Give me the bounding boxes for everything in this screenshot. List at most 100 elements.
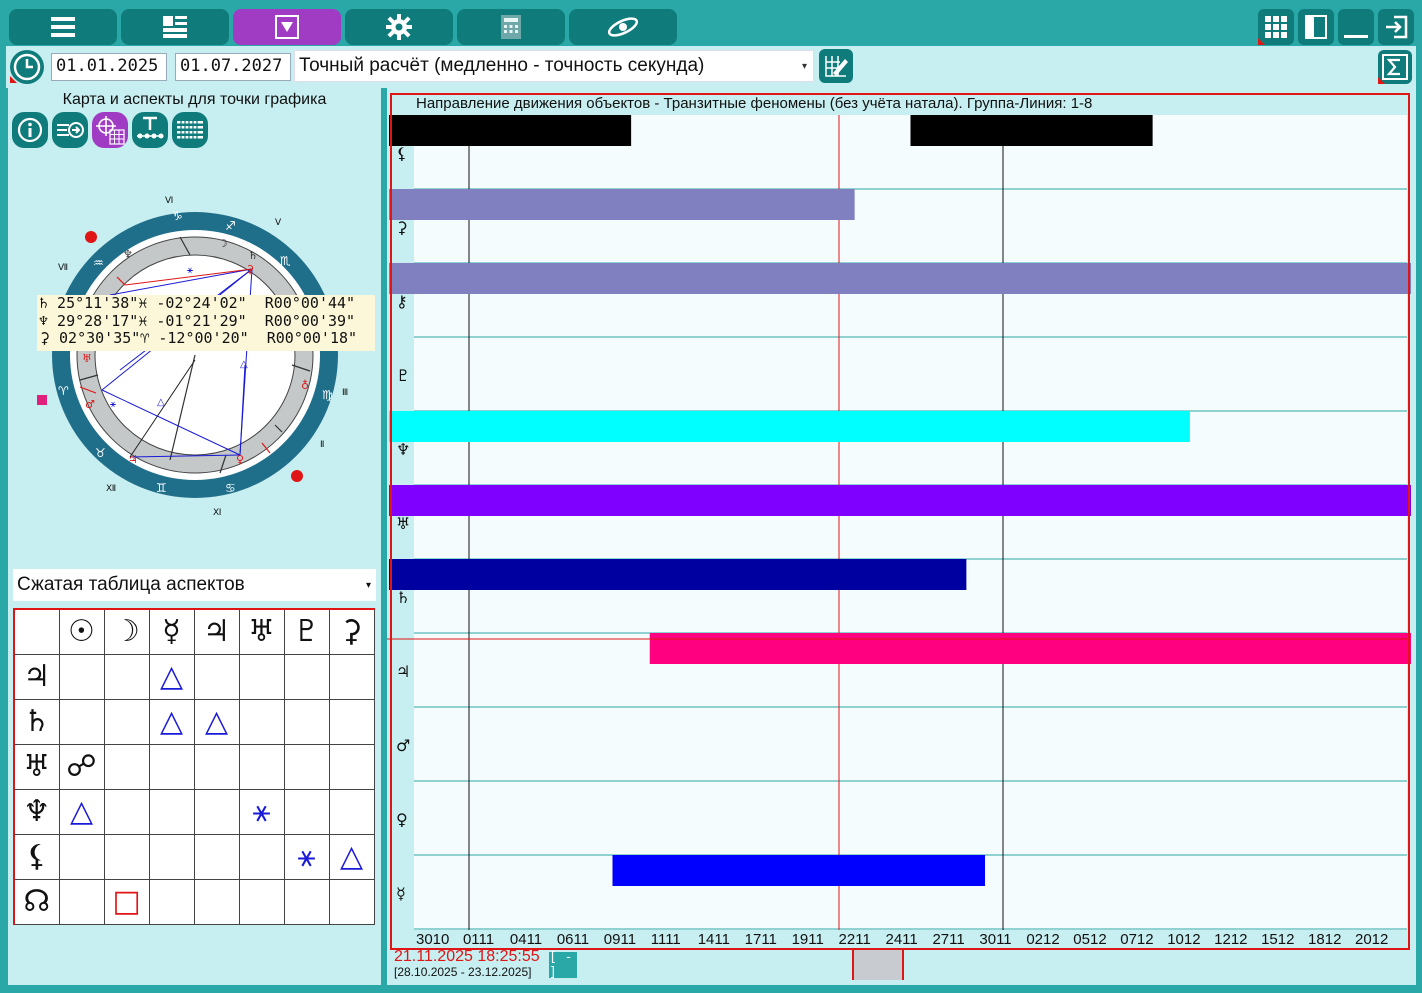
row-header: ♄ — [13, 698, 60, 745]
aspect-cell[interactable] — [193, 743, 240, 790]
planet-row: ♄ 25°11'38"♓ -02°24'02" R00°00'44" — [39, 294, 356, 312]
aspect-cell[interactable] — [238, 833, 285, 880]
dropdown-arrow-icon: ▾ — [365, 580, 371, 591]
aspect-cell[interactable] — [193, 788, 240, 835]
col-header: ☽ — [103, 608, 150, 655]
svg-text:♄: ♄ — [248, 249, 258, 262]
aspect-table: ☉ ☽ ☿ ♃ ♅ ♇ ⚳ ♃ △ ♄ △ △ ♅ ☍ ♆ △ ⚹ ⚸ ⚹ △ ☊ □ — [13, 608, 375, 925]
chart-target-button[interactable] — [92, 112, 128, 148]
text-mode-button[interactable] — [132, 112, 168, 148]
aspect-cell[interactable] — [328, 743, 375, 790]
svg-text:♉: ♉ — [95, 446, 106, 460]
aspect-cell[interactable] — [283, 878, 330, 925]
aspect-cell[interactable] — [148, 878, 195, 925]
collapse-button[interactable]: [ - ] — [549, 950, 577, 980]
aspect-cell[interactable] — [283, 698, 330, 745]
svg-text:♒: ♒ — [93, 256, 104, 270]
apply-button[interactable] — [819, 49, 853, 83]
timeline-scroll-thumb[interactable] — [852, 950, 904, 980]
aspect-cell[interactable]: △ — [148, 698, 195, 745]
aspect-cell[interactable]: ⚹ — [238, 788, 285, 835]
aspect-cell[interactable] — [328, 653, 375, 700]
aspect-cell[interactable] — [103, 833, 150, 880]
aspect-cell[interactable] — [103, 743, 150, 790]
aspect-cell[interactable] — [283, 788, 330, 835]
aspect-cell[interactable] — [58, 878, 105, 925]
list-mode-button[interactable] — [172, 112, 208, 148]
corner-mark — [1258, 38, 1265, 45]
aspect-cell[interactable]: △ — [148, 653, 195, 700]
info-icon — [17, 117, 43, 143]
aspect-cell[interactable] — [193, 653, 240, 700]
svg-text:♀: ♀ — [236, 453, 244, 466]
svg-text:♋: ♋ — [225, 481, 236, 495]
date-range: [28.10.2025 - 23.12.2025] — [394, 965, 532, 979]
panel-icon — [1305, 15, 1327, 39]
gear-icon — [386, 14, 412, 40]
aspect-cell[interactable]: ☍ — [58, 743, 105, 790]
minimize-button[interactable] — [1338, 9, 1374, 45]
end-date-field[interactable]: 01.07.2027 — [175, 53, 291, 81]
aspect-cell[interactable] — [58, 653, 105, 700]
chart-border — [390, 93, 1410, 950]
aspect-cell[interactable] — [283, 743, 330, 790]
aspect-cell[interactable] — [328, 788, 375, 835]
aspect-table-row: ♄ △ △ — [13, 698, 375, 745]
filter-icon — [275, 15, 299, 39]
dropdown-arrow-icon: ▾ — [801, 61, 807, 72]
calc-mode-select[interactable]: Точный расчёт (медленно - точность секун… — [294, 50, 814, 82]
aspect-cell[interactable] — [238, 653, 285, 700]
aspect-cell[interactable] — [58, 833, 105, 880]
transfer-icon — [57, 122, 84, 138]
aspect-cell[interactable] — [328, 878, 375, 925]
aspect-cell[interactable]: △ — [58, 788, 105, 835]
svg-text:♏: ♏ — [280, 254, 291, 268]
aspect-cell[interactable] — [58, 698, 105, 745]
svg-text:Ⅴ: Ⅴ — [275, 218, 282, 228]
aspect-cell[interactable] — [103, 653, 150, 700]
aspect-cell[interactable] — [148, 743, 195, 790]
menu-icon — [51, 17, 75, 37]
aspect-table-mode-value: Сжатая таблица аспектов — [17, 574, 245, 595]
aspect-cell[interactable]: △ — [193, 698, 240, 745]
aspect-cell[interactable] — [148, 788, 195, 835]
aspect-cell[interactable] — [238, 878, 285, 925]
svg-text:♊: ♊ — [156, 481, 167, 495]
svg-text:⚹: ⚹ — [187, 265, 193, 276]
svg-text:☽: ☽ — [218, 237, 228, 250]
svg-text:♁: ♁ — [301, 379, 309, 392]
corner-cell — [13, 608, 60, 655]
aspect-cell[interactable] — [148, 833, 195, 880]
layout-button[interactable] — [121, 9, 229, 45]
calculator-button[interactable] — [457, 9, 565, 45]
start-date-field[interactable]: 01.01.2025 — [51, 53, 167, 81]
aspect-table-mode-select[interactable]: Сжатая таблица аспектов ▾ — [13, 569, 376, 601]
exit-button[interactable] — [1378, 9, 1414, 45]
pencil-grid-icon — [825, 56, 848, 77]
aspect-cell[interactable]: □ — [103, 878, 150, 925]
aspect-table-row: ♅ ☍ — [13, 743, 375, 790]
transfer-button[interactable] — [52, 112, 88, 148]
aspect-cell[interactable] — [103, 788, 150, 835]
aspect-cell[interactable]: △ — [328, 833, 375, 880]
ephemeris-button[interactable] — [569, 9, 677, 45]
svg-text:△: △ — [240, 359, 248, 370]
filter-button[interactable] — [233, 9, 341, 45]
menu-button[interactable] — [9, 9, 117, 45]
aspect-cell[interactable]: ⚹ — [283, 833, 330, 880]
row-header: ♃ — [13, 653, 60, 700]
aspect-cell[interactable] — [238, 698, 285, 745]
aspect-cell[interactable] — [193, 833, 240, 880]
aspect-cell[interactable] — [328, 698, 375, 745]
svg-text:♐: ♐ — [225, 219, 236, 233]
aspect-cell[interactable] — [238, 743, 285, 790]
panel-toggle-button[interactable] — [1298, 9, 1334, 45]
aspect-cell[interactable] — [283, 653, 330, 700]
settings-button[interactable] — [345, 9, 453, 45]
aspect-cell[interactable] — [193, 878, 240, 925]
aspect-cell[interactable] — [103, 698, 150, 745]
info-button[interactable] — [12, 112, 48, 148]
aspect-table-header: ☉ ☽ ☿ ♃ ♅ ♇ ⚳ — [13, 608, 375, 655]
planet-positions-box: ♄ 25°11'38"♓ -02°24'02" R00°00'44" ♆ 29°2… — [37, 294, 375, 351]
svg-text:♅: ♅ — [82, 352, 92, 365]
